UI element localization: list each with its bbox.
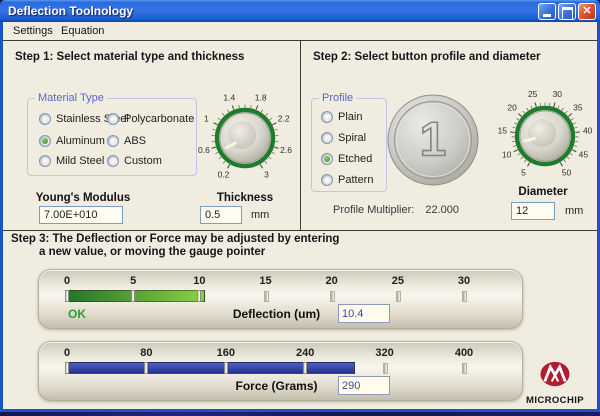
svg-text:45: 45 — [579, 150, 589, 160]
force-gauge[interactable]: 080160240320400 Force (Grams) — [38, 341, 523, 401]
menubar: Settings Equation — [3, 22, 597, 40]
close-button[interactable]: ✕ — [578, 3, 596, 20]
radio-plain[interactable]: Plain — [321, 110, 362, 124]
svg-text:15: 15 — [498, 125, 508, 135]
svg-text:30: 30 — [553, 89, 563, 99]
radio-label: Spiral — [338, 132, 366, 144]
svg-text:1.8: 1.8 — [255, 92, 267, 102]
radio-spiral[interactable]: Spiral — [321, 131, 366, 145]
maximize-button[interactable] — [558, 3, 576, 20]
menu-item-equation[interactable]: Equation — [55, 22, 110, 40]
minimize-button[interactable] — [538, 3, 556, 20]
diameter-field[interactable] — [511, 202, 555, 220]
microchip-logo-icon — [538, 361, 572, 389]
svg-text:5: 5 — [521, 167, 526, 177]
force-value-input[interactable] — [338, 376, 390, 395]
thickness-label: Thickness — [199, 192, 291, 204]
radio-indicator — [321, 174, 333, 186]
radio-label: Pattern — [338, 174, 373, 186]
window-controls: ✕ — [538, 3, 596, 20]
radio-indicator — [39, 155, 51, 167]
panel-separator-vertical — [300, 41, 301, 230]
radio-mild-steel[interactable]: Mild Steel — [39, 154, 104, 168]
diameter-label: Diameter — [503, 186, 583, 198]
diameter-unit: mm — [565, 205, 583, 217]
svg-text:50: 50 — [562, 167, 572, 177]
taskbar-sliver — [0, 412, 600, 416]
profile-multiplier: Profile Multiplier: 22.000 — [333, 204, 467, 216]
radio-indicator — [321, 153, 333, 165]
radio-custom[interactable]: Custom — [107, 154, 162, 168]
deflection-value-input[interactable] — [338, 304, 390, 323]
window-title: Deflection Toolnology — [0, 4, 133, 18]
material-type-groupbox-label: Material Type — [35, 92, 107, 104]
svg-text:35: 35 — [573, 103, 583, 113]
profile-multiplier-label: Profile Multiplier: — [333, 204, 414, 216]
radio-indicator — [107, 155, 119, 167]
radio-label: ABS — [124, 135, 146, 147]
radio-label: Etched — [338, 153, 372, 165]
svg-text:1: 1 — [204, 114, 209, 124]
radio-label: Mild Steel — [56, 155, 104, 167]
svg-text:10: 10 — [502, 150, 512, 160]
svg-text:2.6: 2.6 — [280, 145, 292, 155]
profile-groupbox-label: Profile — [319, 92, 356, 104]
radio-indicator — [39, 113, 51, 125]
step3-title-line2: a new value, or moving the gauge pointer — [39, 246, 265, 258]
radio-aluminum[interactable]: Aluminum — [39, 134, 105, 148]
radio-abs[interactable]: ABS — [107, 134, 146, 148]
diameter-knob[interactable]: 5 10 15 20 25 30 35 40 45 50 — [493, 84, 597, 188]
window-frame: Settings Equation Step 1: Select materia… — [0, 22, 600, 412]
svg-text:2.2: 2.2 — [278, 114, 290, 124]
step1-title: Step 1: Select material type and thickne… — [15, 51, 244, 63]
client-area: Settings Equation Step 1: Select materia… — [3, 22, 597, 409]
button-preview-coin: 1 — [385, 92, 481, 188]
radio-polycarbonate[interactable]: Polycarbonate — [107, 112, 194, 126]
deflection-scale-labels: 051015202530 — [67, 275, 464, 288]
svg-text:0.2: 0.2 — [218, 169, 230, 179]
radio-pattern[interactable]: Pattern — [321, 173, 373, 187]
radio-label: Aluminum — [56, 135, 105, 147]
thickness-field[interactable] — [200, 206, 242, 224]
svg-text:0.6: 0.6 — [198, 145, 210, 155]
panel-separator-horizontal — [3, 230, 597, 231]
step3-title-line1: Step 3: The Deflection or Force may be a… — [11, 233, 339, 245]
svg-text:40: 40 — [583, 125, 593, 135]
radio-indicator — [321, 111, 333, 123]
svg-text:1.4: 1.4 — [223, 92, 235, 102]
app-window: Deflection Toolnology ✕ Settings Equatio… — [0, 0, 600, 412]
branding: MICROCHIP — [515, 361, 595, 406]
svg-text:20: 20 — [507, 103, 517, 113]
svg-text:25: 25 — [528, 89, 538, 99]
titlebar: Deflection Toolnology ✕ — [0, 0, 600, 22]
radio-label: Plain — [338, 111, 362, 123]
radio-etched[interactable]: Etched — [321, 152, 372, 166]
deflection-gauge[interactable]: 051015202530 OK Deflection (um) — [38, 269, 523, 329]
radio-indicator — [107, 135, 119, 147]
radio-indicator — [321, 132, 333, 144]
deflection-status-badge: OK — [68, 307, 86, 321]
radio-indicator — [107, 113, 119, 125]
youngs-modulus-field[interactable] — [39, 206, 123, 224]
radio-indicator — [39, 135, 51, 147]
menu-item-settings[interactable]: Settings — [7, 22, 59, 40]
force-gauge-pointer-track[interactable] — [67, 362, 464, 374]
button-preview-numeral: 1 — [420, 114, 447, 167]
svg-text:3: 3 — [264, 169, 269, 179]
radio-label: Custom — [124, 155, 162, 167]
thickness-unit: mm — [251, 209, 269, 221]
force-scale-labels: 080160240320400 — [67, 347, 464, 360]
step2-title: Step 2: Select button profile and diamet… — [313, 51, 540, 63]
deflection-gauge-pointer-track[interactable] — [67, 290, 464, 302]
radio-label: Polycarbonate — [124, 113, 194, 125]
youngs-modulus-label: Young's Modulus — [23, 192, 143, 204]
microchip-logo-text: MICROCHIP — [515, 395, 595, 406]
profile-multiplier-value: 22.000 — [425, 204, 459, 216]
thickness-knob[interactable]: 0.2 0.6 1 1.4 1.8 2.2 2.6 3 — [193, 86, 297, 190]
